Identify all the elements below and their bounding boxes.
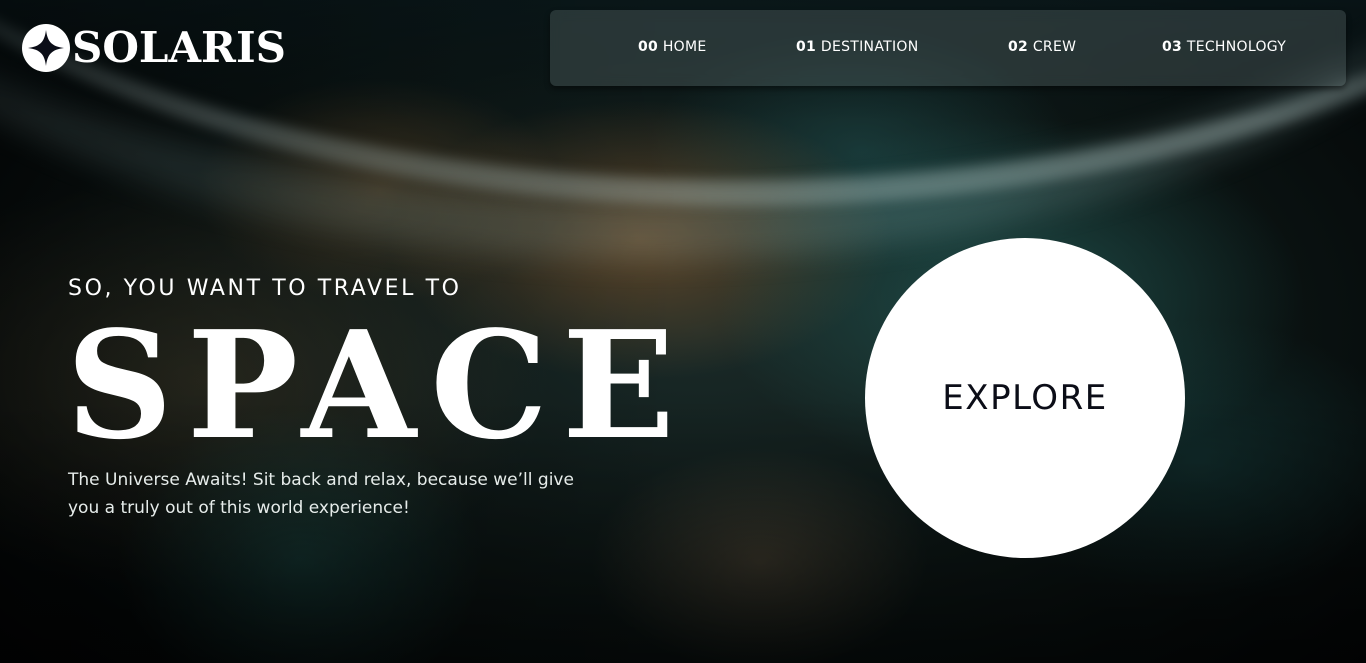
nav-number: 00 [638,39,659,55]
four-point-star-icon [22,24,70,72]
nav-number: 02 [1008,39,1029,55]
hero-description: The Universe Awaits! Sit back and relax,… [68,470,574,518]
nav-label: DESTINATION [820,39,919,55]
nav-label: HOME [662,39,707,55]
main-nav: 00 HOME 01 DESTINATION 02 CREW 03 TECHNO… [550,10,1346,86]
nav-item-technology[interactable]: 03 TECHNOLOGY [1162,39,1286,55]
nav-label: CREW [1032,39,1077,55]
nav-item-crew[interactable]: 02 CREW [1008,39,1076,55]
nav-label: TECHNOLOGY [1186,39,1287,55]
logo-text: SOLARIS [72,23,286,72]
site-logo[interactable]: SOLARIS [22,24,286,72]
nav-item-home[interactable]: 00 HOME [638,39,707,55]
nav-number: 01 [796,39,817,55]
nav-item-destination[interactable]: 01 DESTINATION [796,39,919,55]
hero-title: SPACE [66,298,689,472]
nav-number: 03 [1162,39,1183,55]
star-glyph [28,30,64,66]
home-page: SOLARIS 00 HOME 01 DESTINATION 02 CREW 0… [0,0,1366,663]
explore-label: EXPLORE [942,378,1108,418]
explore-button[interactable]: EXPLORE [865,238,1185,558]
